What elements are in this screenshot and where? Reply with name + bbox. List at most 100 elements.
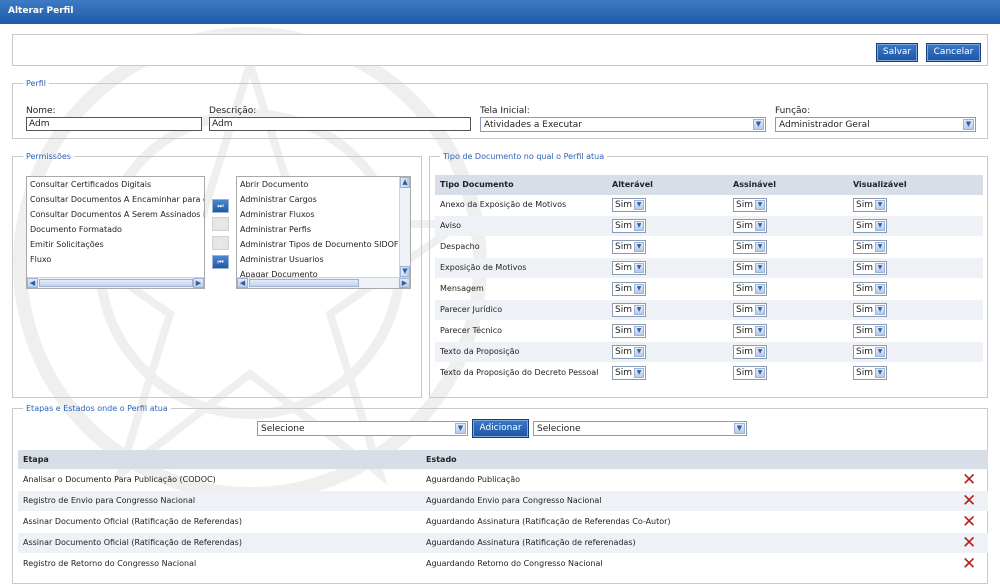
chevron-down-icon[interactable]: ▼	[875, 305, 885, 315]
estado-select[interactable]: Selecione ▼	[533, 421, 747, 436]
alteravel-select[interactable]: Sim ▼	[612, 219, 646, 233]
alteravel-select[interactable]: Sim ▼	[612, 303, 646, 317]
available-permissions-list[interactable]: Consultar Certificados Digitais Consultar…	[26, 176, 205, 289]
chevron-down-icon[interactable]: ▼	[634, 221, 644, 231]
chevron-down-icon[interactable]: ▼	[753, 119, 764, 130]
assinavel-select[interactable]: Sim ▼	[733, 303, 767, 317]
chevron-down-icon[interactable]: ▼	[755, 305, 765, 315]
chevron-down-icon[interactable]: ▼	[755, 284, 765, 294]
chevron-down-icon[interactable]: ▼	[634, 347, 644, 357]
nome-input[interactable]: Adm	[26, 117, 202, 131]
tela-inicial-select[interactable]: Atividades a Executar ▼	[480, 117, 766, 132]
funcao-select[interactable]: Administrador Geral ▼	[775, 117, 976, 132]
move-left-button[interactable]: ‹	[212, 236, 229, 250]
chevron-down-icon[interactable]: ▼	[963, 119, 974, 130]
move-right-button[interactable]: ›	[212, 217, 229, 231]
chevron-down-icon[interactable]: ▼	[755, 326, 765, 336]
assinavel-select[interactable]: Sim ▼	[733, 261, 767, 275]
chevron-down-icon[interactable]: ▼	[755, 347, 765, 357]
list-item[interactable]: Administrar Fluxos	[237, 207, 399, 222]
vertical-scrollbar[interactable]: ▲ ▼	[399, 177, 410, 277]
assinavel-select[interactable]: Sim ▼	[733, 366, 767, 380]
visualizavel-select[interactable]: Sim ▼	[853, 303, 887, 317]
chevron-down-icon[interactable]: ▼	[755, 263, 765, 273]
list-item[interactable]: Administrar Cargos	[237, 192, 399, 207]
assinavel-select[interactable]: Sim ▼	[733, 282, 767, 296]
list-item[interactable]: Administrar Usuarios	[237, 252, 399, 267]
selected-permissions-list[interactable]: Abrir Documento Administrar Cargos Adminis…	[236, 176, 411, 289]
delete-icon[interactable]: ✕	[962, 472, 976, 489]
chevron-down-icon[interactable]: ▼	[734, 423, 745, 434]
delete-icon[interactable]: ✕	[962, 493, 976, 510]
visualizavel-select[interactable]: Sim ▼	[853, 366, 887, 380]
chevron-down-icon[interactable]: ▼	[755, 221, 765, 231]
delete-icon[interactable]: ✕	[962, 556, 976, 573]
cancel-button[interactable]: Cancelar	[926, 43, 981, 62]
chevron-down-icon[interactable]: ▼	[455, 423, 466, 434]
horizontal-scrollbar[interactable]: ◀ ▶	[27, 277, 204, 288]
assinavel-select[interactable]: Sim ▼	[733, 198, 767, 212]
move-all-left-button[interactable]: ⏮	[212, 255, 229, 269]
scroll-left-icon[interactable]: ◀	[237, 278, 248, 288]
assinavel-select[interactable]: Sim ▼	[733, 345, 767, 359]
add-etapa-button[interactable]: Adicionar	[472, 419, 529, 438]
etapa-select[interactable]: Selecione ▼	[257, 421, 468, 436]
alteravel-select[interactable]: Sim ▼	[612, 282, 646, 296]
chevron-down-icon[interactable]: ▼	[634, 284, 644, 294]
visualizavel-select[interactable]: Sim ▼	[853, 240, 887, 254]
visualizavel-select[interactable]: Sim ▼	[853, 345, 887, 359]
visualizavel-select[interactable]: Sim ▼	[853, 198, 887, 212]
list-item[interactable]: Documento Formatado	[27, 222, 204, 237]
chevron-down-icon[interactable]: ▼	[875, 200, 885, 210]
chevron-down-icon[interactable]: ▼	[875, 326, 885, 336]
list-item[interactable]: Fluxo	[27, 252, 204, 267]
alteravel-select[interactable]: Sim ▼	[612, 345, 646, 359]
list-item[interactable]: Consultar Certificados Digitais	[27, 177, 204, 192]
move-all-right-button[interactable]: ⏭	[212, 199, 229, 213]
visualizavel-select[interactable]: Sim ▼	[853, 324, 887, 338]
chevron-down-icon[interactable]: ▼	[634, 368, 644, 378]
visualizavel-select[interactable]: Sim ▼	[853, 261, 887, 275]
chevron-down-icon[interactable]: ▼	[634, 305, 644, 315]
alteravel-select[interactable]: Sim ▼	[612, 366, 646, 380]
chevron-down-icon[interactable]: ▼	[634, 263, 644, 273]
chevron-down-icon[interactable]: ▼	[755, 242, 765, 252]
scroll-right-icon[interactable]: ▶	[193, 278, 204, 288]
list-item[interactable]: Emitir Solicitações	[27, 237, 204, 252]
descricao-input[interactable]: Adm	[209, 117, 471, 131]
delete-icon[interactable]: ✕	[962, 514, 976, 531]
chevron-down-icon[interactable]: ▼	[634, 242, 644, 252]
list-item[interactable]: Administrar Tipos de Documento SIDOF	[237, 237, 399, 252]
list-item[interactable]: Abrir Documento	[237, 177, 399, 192]
list-item[interactable]: Administrar Perfis	[237, 222, 399, 237]
visualizavel-select[interactable]: Sim ▼	[853, 282, 887, 296]
scroll-thumb[interactable]	[249, 279, 359, 287]
alteravel-select[interactable]: Sim ▼	[612, 198, 646, 212]
chevron-down-icon[interactable]: ▼	[634, 326, 644, 336]
chevron-down-icon[interactable]: ▼	[875, 263, 885, 273]
scroll-right-icon[interactable]: ▶	[399, 278, 410, 288]
chevron-down-icon[interactable]: ▼	[875, 284, 885, 294]
list-item[interactable]: Consultar Documentos A Encaminhar para o…	[27, 192, 204, 207]
chevron-down-icon[interactable]: ▼	[875, 368, 885, 378]
scroll-thumb[interactable]	[39, 279, 193, 287]
chevron-down-icon[interactable]: ▼	[875, 347, 885, 357]
chevron-down-icon[interactable]: ▼	[634, 200, 644, 210]
chevron-down-icon[interactable]: ▼	[875, 221, 885, 231]
assinavel-select[interactable]: Sim ▼	[733, 219, 767, 233]
alteravel-select[interactable]: Sim ▼	[612, 261, 646, 275]
alteravel-select[interactable]: Sim ▼	[612, 324, 646, 338]
assinavel-select[interactable]: Sim ▼	[733, 324, 767, 338]
chevron-down-icon[interactable]: ▼	[755, 368, 765, 378]
list-item[interactable]: Consultar Documentos A Serem Assinados P…	[27, 207, 204, 222]
scroll-left-icon[interactable]: ◀	[27, 278, 38, 288]
scroll-up-icon[interactable]: ▲	[400, 177, 410, 188]
horizontal-scrollbar[interactable]: ◀ ▶	[237, 277, 410, 288]
scroll-down-icon[interactable]: ▼	[400, 266, 410, 277]
delete-icon[interactable]: ✕	[962, 535, 976, 552]
save-button[interactable]: Salvar	[876, 43, 918, 62]
chevron-down-icon[interactable]: ▼	[755, 200, 765, 210]
visualizavel-select[interactable]: Sim ▼	[853, 219, 887, 233]
chevron-down-icon[interactable]: ▼	[875, 242, 885, 252]
assinavel-select[interactable]: Sim ▼	[733, 240, 767, 254]
